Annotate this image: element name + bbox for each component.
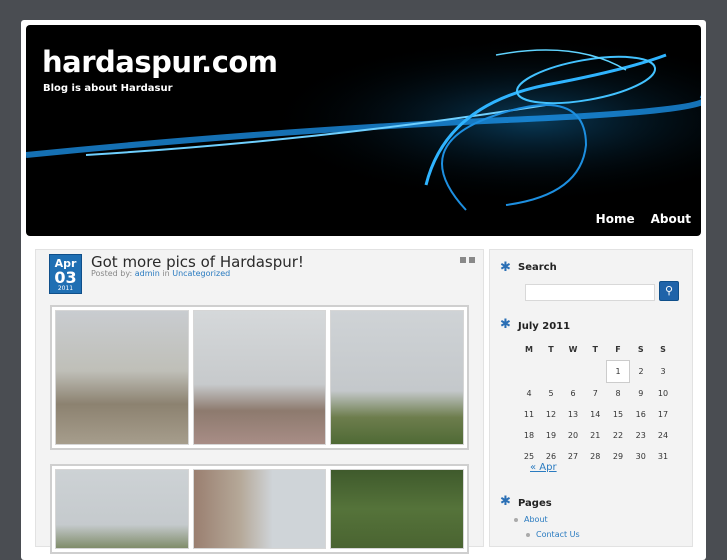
- calendar-widget-icon: ✱: [500, 317, 511, 332]
- calendar-week: 12 3: [518, 360, 674, 383]
- calendar-day: 8: [615, 389, 621, 398]
- calendar-week: 18 19 20 21 22 23 24: [518, 425, 674, 446]
- calendar-day: [562, 361, 584, 383]
- calendar-day: [518, 361, 540, 383]
- calendar-day: 19: [545, 431, 557, 440]
- calendar-day: 11: [523, 410, 535, 419]
- calendar-weekday: T: [548, 345, 554, 355]
- site-title[interactable]: hardaspur.com: [42, 45, 278, 79]
- pages-widget-title: Pages: [518, 498, 552, 509]
- post-category-link[interactable]: Uncategorized: [172, 269, 230, 278]
- calendar-weekdays: MTWTFSS: [518, 339, 674, 361]
- main-nav: Home About: [596, 212, 691, 226]
- calendar-week: 11 12 13 14 15 16 17: [518, 404, 674, 425]
- post-action-icons: [460, 257, 475, 263]
- calendar-weekday: W: [568, 345, 578, 355]
- calendar-prev-month-link[interactable]: « Apr: [530, 462, 557, 473]
- calendar-day: 30: [635, 452, 646, 461]
- calendar-day: 27: [567, 452, 579, 461]
- calendar-day: [540, 361, 562, 383]
- search-input[interactable]: [525, 284, 655, 301]
- calendar-day: 1: [606, 360, 630, 383]
- calendar-day: 9: [638, 388, 644, 398]
- pages-widget-icon: ✱: [500, 494, 511, 509]
- site-tagline: Blog is about Hardasur: [43, 83, 173, 94]
- calendar-table: MTWTFSS 1 2 3 4 5 6 7 8 9 10 11 12 13 14 15 16 17 18 19 20 2…: [518, 339, 674, 467]
- post-author-link[interactable]: admin: [135, 269, 160, 278]
- search-widget-title: Search: [518, 262, 557, 273]
- calendar-weekday: S: [637, 345, 644, 355]
- calendar-weekday: S: [660, 345, 666, 355]
- calendar-weekday: T: [592, 345, 598, 355]
- print-icon[interactable]: [460, 257, 466, 263]
- page-link-contact-us[interactable]: Contact Us: [526, 530, 580, 545]
- photo-thumbnail[interactable]: [55, 310, 189, 445]
- calendar-day: 29: [612, 452, 624, 461]
- calendar-day: 14: [590, 410, 601, 419]
- calendar-day: 18: [523, 431, 535, 440]
- nav-home[interactable]: Home: [596, 212, 635, 226]
- calendar-day: 23: [635, 431, 646, 440]
- main-content: Apr 03 2011 Got more pics of Hardaspur! …: [35, 249, 484, 554]
- calendar-day: 16: [635, 410, 646, 419]
- calendar-day: 5: [548, 388, 554, 398]
- calendar-day: 3: [660, 367, 666, 376]
- calendar-day: 17: [657, 410, 669, 419]
- calendar-day: 2: [638, 367, 644, 376]
- nav-about[interactable]: About: [651, 212, 691, 226]
- calendar-day: 20: [567, 431, 579, 440]
- site-header: hardaspur.com Blog is about Hardasur Hom…: [26, 25, 701, 236]
- search-icon: ⚲: [664, 284, 674, 297]
- calendar-days: 1 2 3 4 5 6 7 8 9 10 11 12 13 14 15 16 17 18 19 20 21 22 23 24 2…: [518, 360, 674, 468]
- photo-thumbnail[interactable]: [330, 310, 465, 445]
- post-date-day: 03: [54, 268, 77, 287]
- search-widget-icon: ✱: [500, 260, 511, 275]
- calendar-day: 28: [590, 452, 601, 461]
- calendar-day: 6: [570, 388, 576, 398]
- sidebar: ✱ Search ⚲ ✱ July 2011 MTWTFSS 123456789…: [489, 249, 693, 547]
- calendar-day: 7: [592, 388, 598, 398]
- photo-thumbnail[interactable]: [192, 310, 327, 445]
- calendar-day: 10: [657, 388, 669, 398]
- calendar-day: 4: [526, 388, 532, 398]
- email-icon[interactable]: [469, 257, 475, 263]
- post-date-badge: Apr 03 2011: [49, 254, 82, 294]
- calendar-day: 15: [612, 410, 624, 419]
- photo-thumbnail[interactable]: [55, 469, 189, 549]
- calendar-week: 4 5 6 7 8 9 10: [518, 383, 674, 405]
- post-meta: Posted by: admin in Uncategorized: [91, 269, 230, 278]
- calendar-day: 31: [657, 452, 669, 461]
- calendar-day: 21: [590, 431, 601, 440]
- posted-by-label: Posted by:: [91, 269, 133, 278]
- in-label: in: [162, 269, 170, 278]
- search-button[interactable]: ⚲: [659, 281, 679, 301]
- calendar-day: [584, 361, 607, 383]
- page-link-about[interactable]: About: [514, 515, 580, 530]
- calendar-weekday: F: [615, 345, 621, 354]
- calendar-weekday: M: [525, 345, 533, 355]
- photo-gallery-row-2: [50, 464, 469, 554]
- calendar-day: 22: [612, 431, 624, 440]
- calendar-day: 24: [657, 431, 669, 440]
- pages-list: About Contact Us: [514, 515, 580, 545]
- calendar-title: July 2011: [518, 321, 571, 332]
- photo-thumbnail[interactable]: [192, 469, 327, 549]
- calendar-day: 12: [545, 410, 557, 419]
- photo-thumbnail[interactable]: [330, 469, 465, 549]
- photo-gallery-row-1: [50, 305, 469, 450]
- calendar-day: 13: [567, 410, 579, 419]
